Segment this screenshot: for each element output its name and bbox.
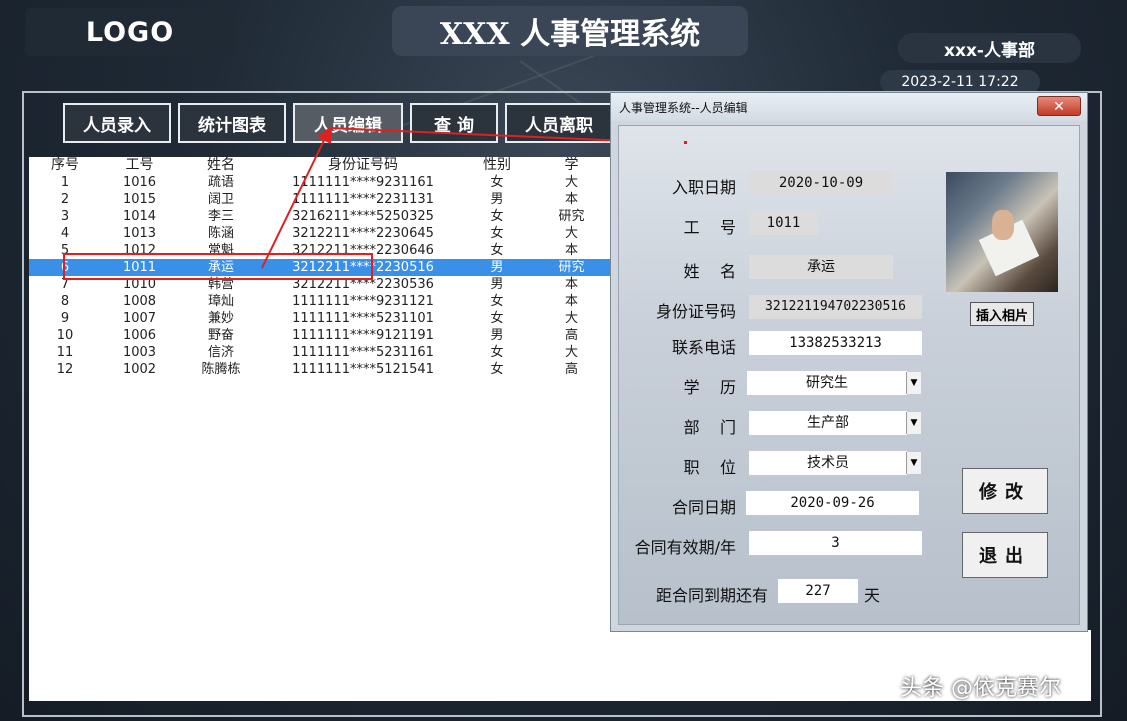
annotation-arrow <box>329 127 652 150</box>
modify-button[interactable]: 修改 <box>962 468 1048 514</box>
hire-date-field[interactable]: 2020-10-09 <box>749 171 893 195</box>
chevron-down-icon[interactable]: ▼ <box>906 452 921 474</box>
contract-date-label: 合同日期 <box>671 498 736 517</box>
days-left-field[interactable]: 227 <box>778 579 858 603</box>
phone-label: 联系电话 <box>671 338 736 357</box>
hire-date-label: 入职日期 <box>671 178 736 197</box>
red-marker <box>684 141 687 144</box>
id-number-field[interactable]: 321221194702230516 <box>749 295 922 319</box>
contract-years-field[interactable]: 3 <box>749 531 922 555</box>
department-select[interactable]: 生产部 <box>749 411 907 435</box>
department-field-label: 部 门 <box>683 418 736 437</box>
education-select[interactable]: 研究生 <box>747 371 907 395</box>
phone-field[interactable]: 13382533213 <box>749 331 922 355</box>
id-number-label: 身份证号码 <box>655 302 736 321</box>
contract-date-field[interactable]: 2020-09-26 <box>746 491 919 515</box>
position-label: 职 位 <box>683 458 736 477</box>
photo-hand <box>992 210 1014 240</box>
name-field[interactable]: 承运 <box>749 255 893 279</box>
dialog-titlebar[interactable]: 人事管理系统--人员编辑 ✕ <box>611 93 1087 121</box>
education-label: 学 历 <box>683 378 736 397</box>
annotation-arrow <box>261 126 332 269</box>
close-icon[interactable]: ✕ <box>1037 96 1081 116</box>
chevron-down-icon[interactable]: ▼ <box>906 372 921 394</box>
position-select[interactable]: 技术员 <box>749 451 907 475</box>
days-unit-label: 天 <box>864 586 881 605</box>
emp-no-field[interactable]: 1011 <box>749 211 818 235</box>
watermark: 头条 @依克赛尔 <box>900 676 1061 701</box>
chevron-down-icon[interactable]: ▼ <box>906 412 921 434</box>
exit-button[interactable]: 退出 <box>962 532 1048 578</box>
days-left-label: 距合同到期还有 <box>655 586 768 605</box>
contract-years-label: 合同有效期/年 <box>634 538 736 557</box>
dialog-title: 人事管理系统--人员编辑 <box>619 101 748 115</box>
emp-no-label: 工 号 <box>683 218 736 237</box>
insert-photo-button[interactable]: 插入相片 <box>970 302 1034 326</box>
name-label: 姓 名 <box>683 262 736 281</box>
